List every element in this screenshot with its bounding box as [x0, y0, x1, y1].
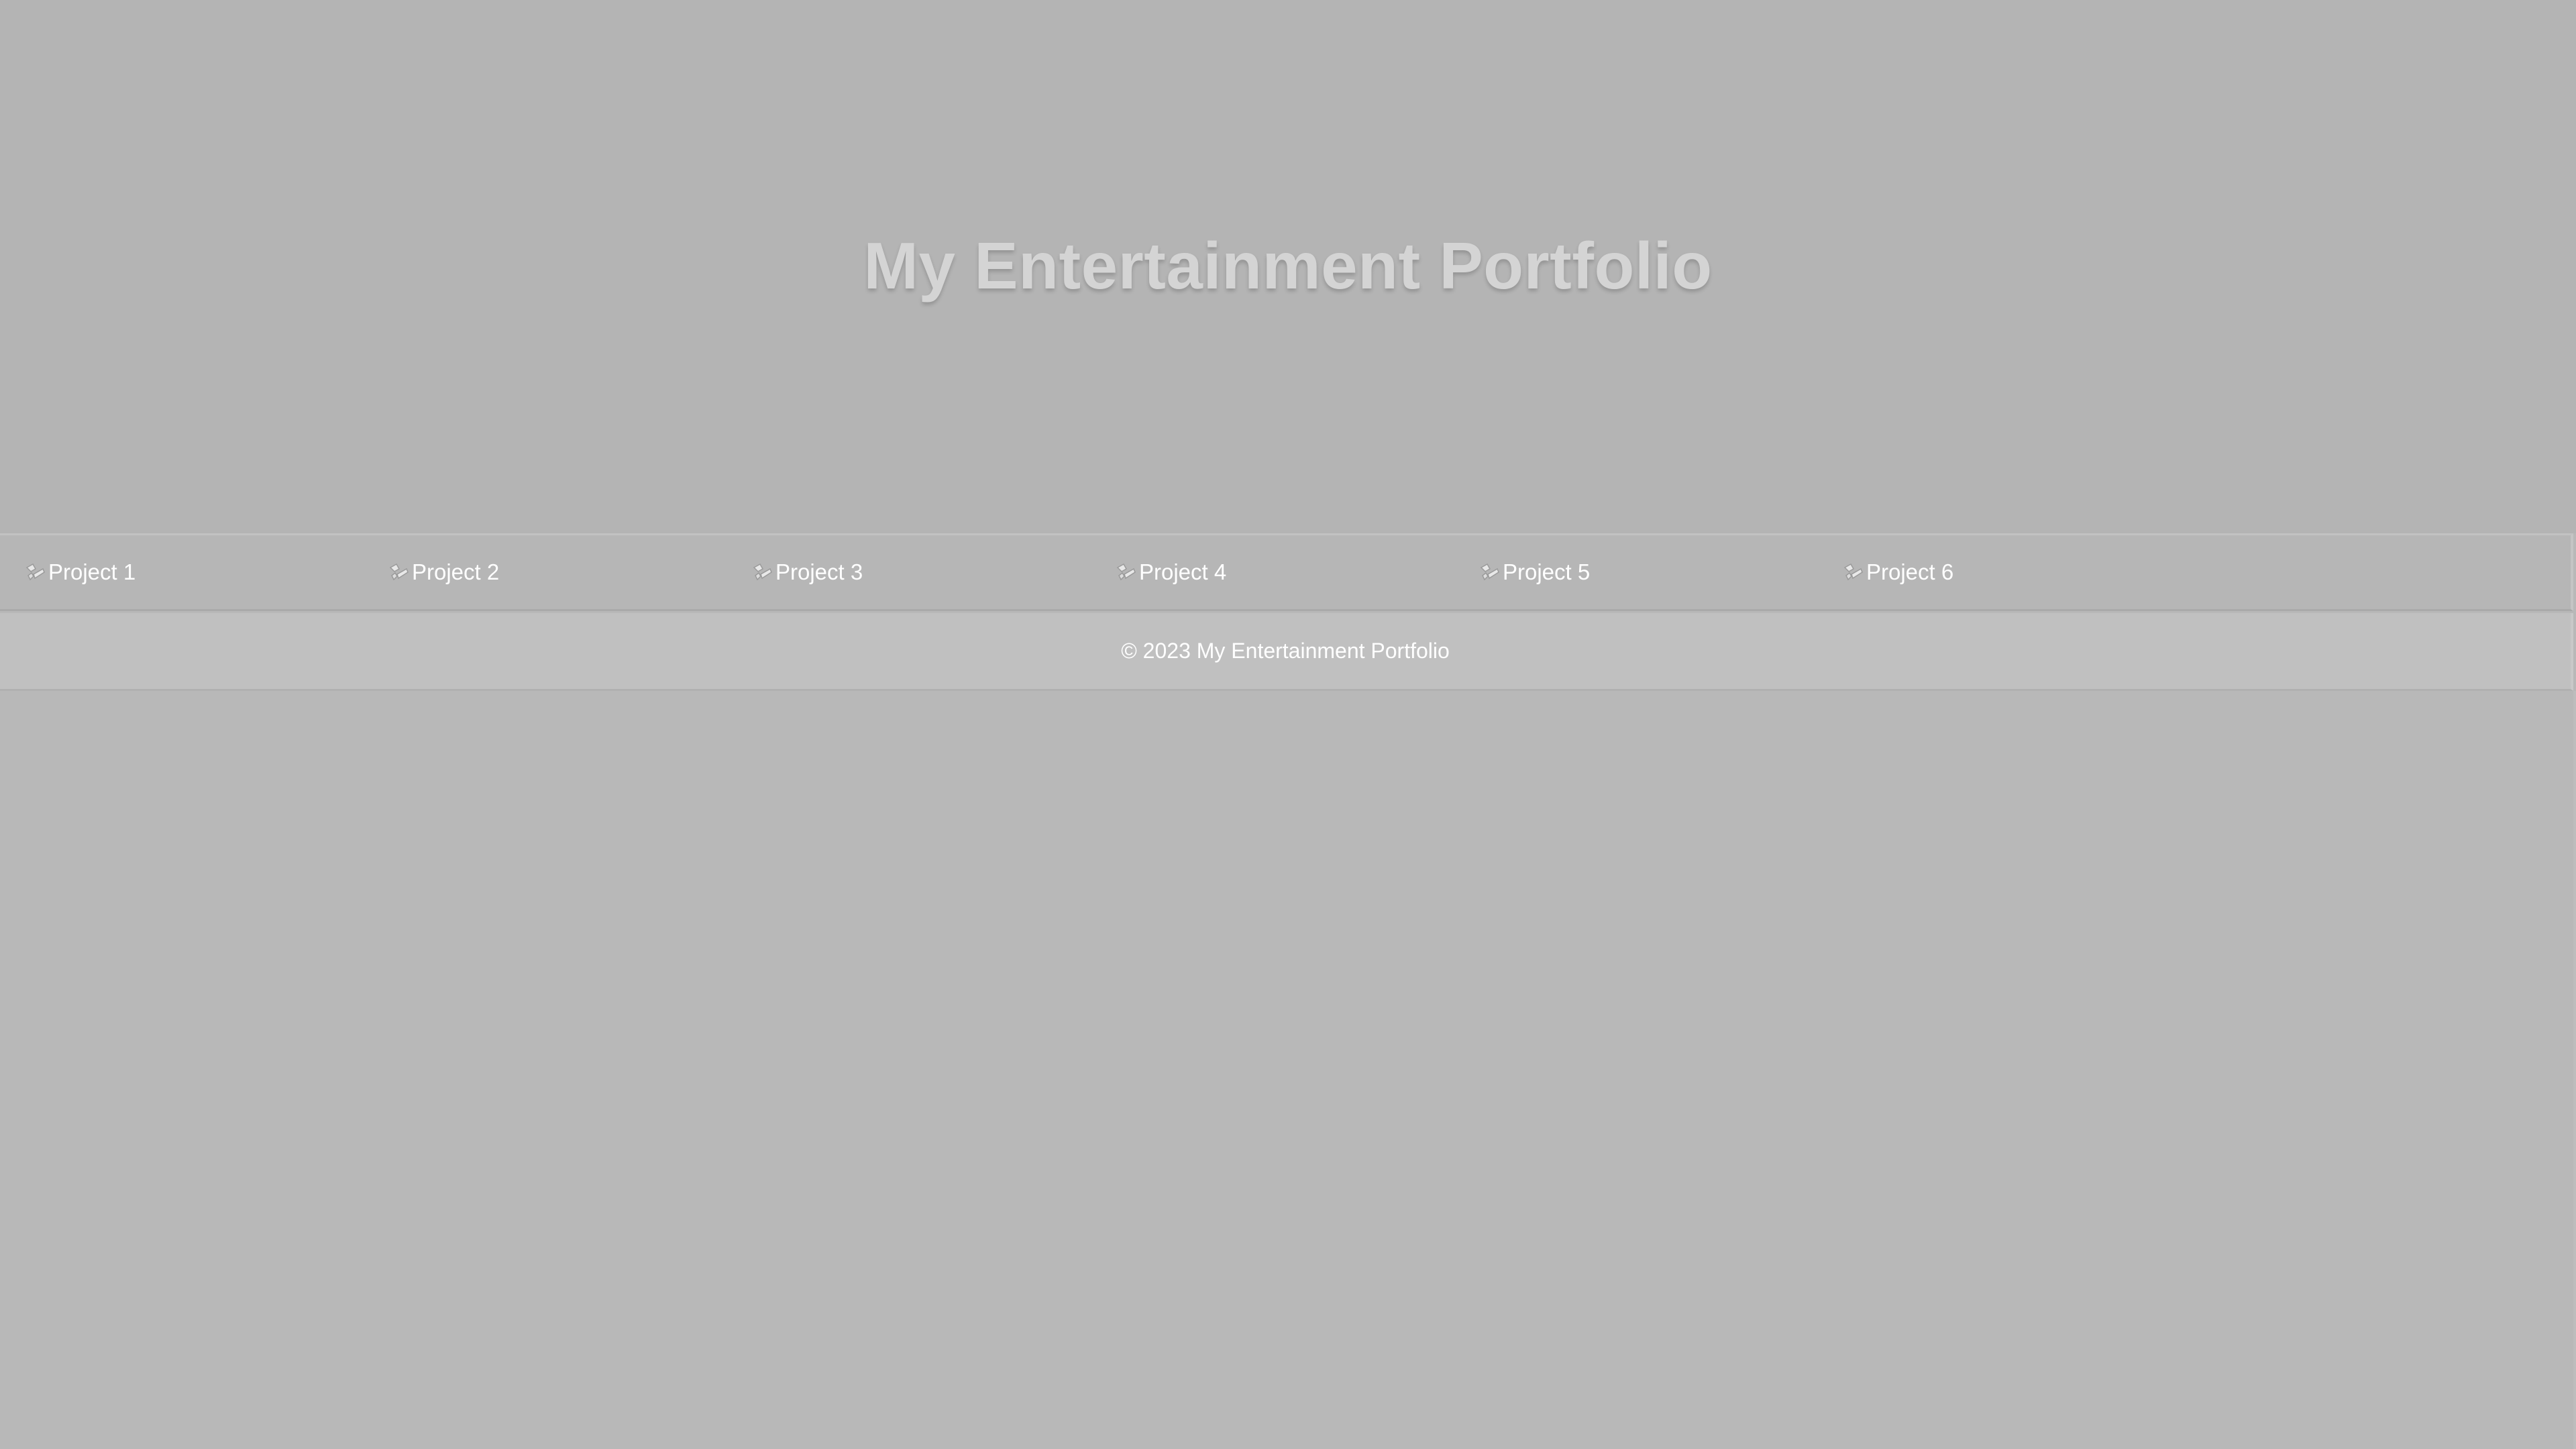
page-title: My Entertainment Portfolio: [863, 229, 1713, 303]
page-edge-divider: [2573, 691, 2576, 1449]
project-alt-text: Project 4: [1139, 559, 1227, 584]
project-image[interactable]: Project 2: [364, 559, 727, 585]
project-alt-text: Project 1: [48, 559, 136, 584]
broken-image-icon: [753, 562, 773, 582]
broken-image-icon: [1116, 562, 1136, 582]
portfolio-page: My Entertainment Portfolio Project 1 Pro…: [0, 0, 2576, 1449]
project-alt-text: Project 5: [1503, 559, 1591, 584]
project-image[interactable]: Project 5: [1454, 559, 1818, 585]
project-alt-text: Project 3: [775, 559, 863, 584]
broken-image-icon: [1843, 562, 1864, 582]
hero-header: My Entertainment Portfolio: [0, 0, 2576, 533]
project-image[interactable]: Project 6: [1818, 559, 2182, 585]
project-gallery: Project 1 Project 2 Project 3 Project 4 …: [0, 533, 2573, 611]
project-image[interactable]: Project 3: [727, 559, 1091, 585]
project-image[interactable]: Project 4: [1091, 559, 1454, 585]
project-alt-text: Project 2: [412, 559, 500, 584]
page-footer: © 2023 My Entertainment Portfolio: [0, 613, 2573, 691]
copyright-text: © 2023 My Entertainment Portfolio: [1121, 639, 1450, 663]
project-alt-text: Project 6: [1866, 559, 1954, 584]
broken-image-icon: [25, 562, 46, 582]
broken-image-icon: [1480, 562, 1500, 582]
broken-image-icon: [389, 562, 409, 582]
project-image[interactable]: Project 1: [0, 559, 364, 585]
